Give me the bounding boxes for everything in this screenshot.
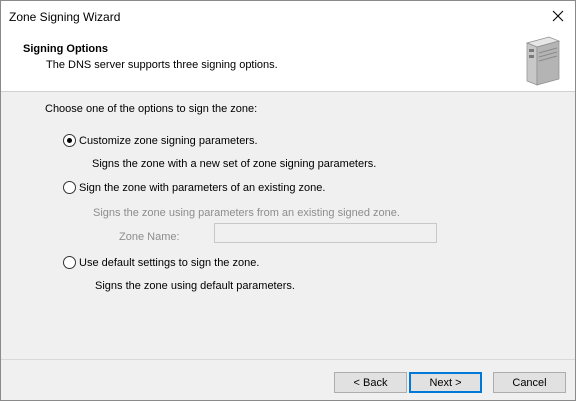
options-prompt: Choose one of the options to sign the zo…	[45, 103, 258, 115]
option-existing-zone[interactable]: Sign the zone with parameters of an exis…	[63, 181, 325, 194]
option-existing-zone-label: Sign the zone with parameters of an exis…	[79, 181, 326, 194]
option-default-description: Signs the zone using default parameters.	[95, 280, 295, 292]
close-button[interactable]	[541, 1, 575, 31]
option-customize-label: Customize zone signing parameters.	[79, 134, 258, 147]
zone-name-input[interactable]	[214, 223, 437, 243]
wizard-content: Choose one of the options to sign the zo…	[1, 92, 575, 359]
option-customize[interactable]: Customize zone signing parameters.	[63, 134, 258, 147]
radio-default[interactable]	[63, 256, 76, 269]
option-customize-description: Signs the zone with a new set of zone si…	[92, 158, 377, 170]
option-default-label: Use default settings to sign the zone.	[79, 256, 260, 269]
footer-divider	[1, 359, 575, 360]
page-title: Signing Options	[23, 43, 108, 55]
next-button[interactable]: Next >	[409, 372, 482, 393]
back-button[interactable]: < Back	[334, 372, 407, 393]
page-subtitle: The DNS server supports three signing op…	[46, 59, 278, 71]
zone-name-label: Zone Name:	[119, 231, 180, 243]
radio-existing-zone[interactable]	[63, 181, 76, 194]
option-default[interactable]: Use default settings to sign the zone.	[63, 256, 259, 269]
cancel-button[interactable]: Cancel	[493, 372, 566, 393]
option-existing-zone-description: Signs the zone using parameters from an …	[93, 207, 400, 219]
wizard-header: Signing Options The DNS server supports …	[1, 31, 575, 92]
server-icon	[525, 36, 561, 86]
title-bar: Zone Signing Wizard	[1, 1, 575, 31]
window-title: Zone Signing Wizard	[9, 10, 121, 24]
wizard-window: Zone Signing Wizard Signing Options The …	[0, 0, 576, 401]
radio-customize[interactable]	[63, 134, 76, 147]
close-icon	[552, 10, 564, 22]
